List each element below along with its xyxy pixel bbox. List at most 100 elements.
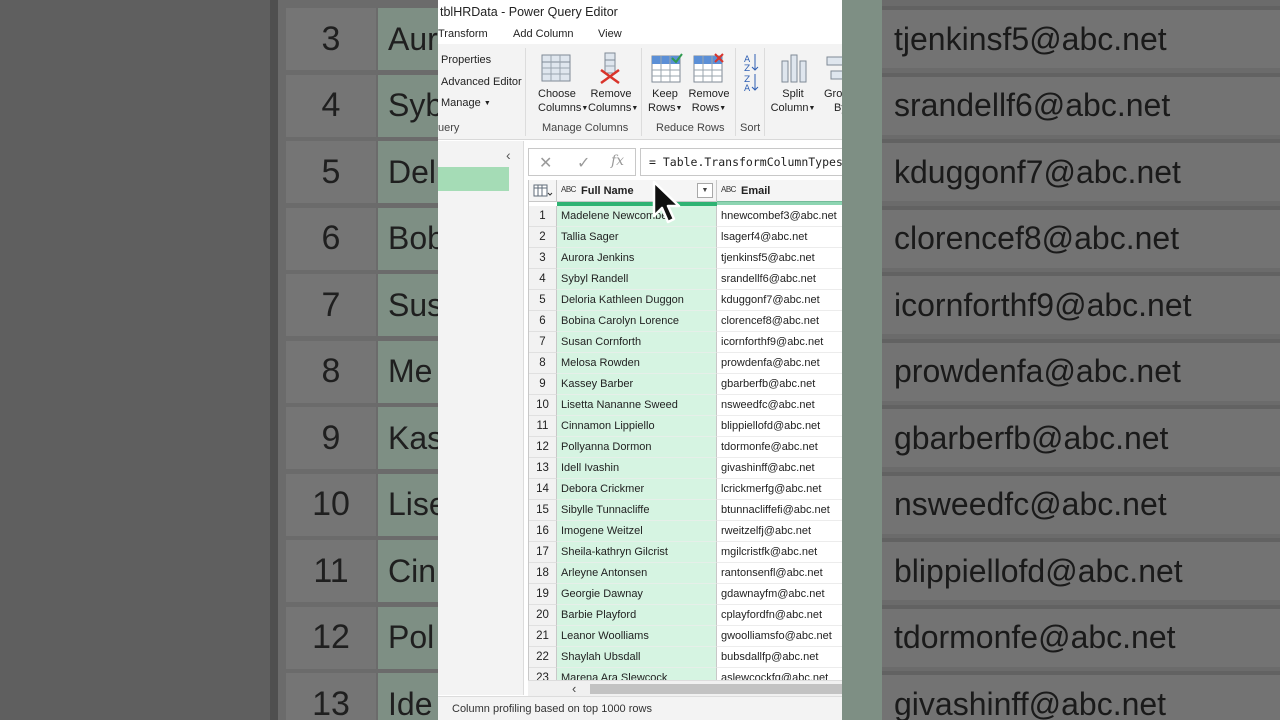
- cell-email[interactable]: nsweedfc@abc.net: [717, 395, 842, 416]
- cancel-icon[interactable]: ✕: [539, 153, 552, 173]
- cell-email[interactable]: rantonsenfl@abc.net: [717, 563, 842, 584]
- scrollbar-thumb[interactable]: [590, 684, 842, 694]
- row-number[interactable]: 1: [529, 206, 557, 227]
- table-row[interactable]: 11 Cinnamon Lippiello blippiellofd@abc.net: [529, 416, 842, 437]
- cell-full-name[interactable]: Bobina Carolyn Lorence: [557, 311, 717, 332]
- cell-full-name[interactable]: Madelene Newcombe: [557, 206, 717, 227]
- cell-full-name[interactable]: Tallia Sager: [557, 227, 717, 248]
- split-column-button[interactable]: Split Column▼: [770, 88, 816, 114]
- fx-icon[interactable]: fx: [611, 153, 624, 169]
- cell-email[interactable]: givashinff@abc.net: [717, 458, 842, 479]
- row-number[interactable]: 21: [529, 626, 557, 647]
- chevron-left-icon[interactable]: ‹: [506, 147, 511, 163]
- row-number[interactable]: 16: [529, 521, 557, 542]
- choose-columns-button[interactable]: Choose Columns▼: [538, 88, 588, 114]
- confirm-icon[interactable]: ✓: [577, 153, 590, 173]
- cell-email[interactable]: lsagerf4@abc.net: [717, 227, 842, 248]
- row-number[interactable]: 3: [529, 248, 557, 269]
- selected-query-item[interactable]: [438, 167, 509, 191]
- cell-full-name[interactable]: Kassey Barber: [557, 374, 717, 395]
- table-row[interactable]: 7 Susan Cornforth icornforthf9@abc.net: [529, 332, 842, 353]
- cell-full-name[interactable]: Marena Ara Slewcock: [557, 668, 717, 680]
- row-number[interactable]: 20: [529, 605, 557, 626]
- table-row[interactable]: 15 Sibylle Tunnacliffe btunnacliffefi@abc.…: [529, 500, 842, 521]
- scroll-left-icon[interactable]: ‹: [572, 681, 576, 696]
- table-row[interactable]: 3 Aurora Jenkins tjenkinsf5@abc.net: [529, 248, 842, 269]
- row-number[interactable]: 2: [529, 227, 557, 248]
- table-row[interactable]: 23 Marena Ara Slewcock aslewcockfq@abc.net: [529, 668, 842, 680]
- table-menu-button[interactable]: [529, 180, 557, 202]
- cell-email[interactable]: icornforthf9@abc.net: [717, 332, 842, 353]
- cell-full-name[interactable]: Barbie Playford: [557, 605, 717, 626]
- cell-full-name[interactable]: Aurora Jenkins: [557, 248, 717, 269]
- table-row[interactable]: 1 Madelene Newcombe hnewcombef3@abc.net: [529, 206, 842, 227]
- table-row[interactable]: 18 Arleyne Antonsen rantonsenfl@abc.net: [529, 563, 842, 584]
- row-number[interactable]: 11: [529, 416, 557, 437]
- properties-button[interactable]: Properties: [441, 54, 491, 66]
- column-header-email[interactable]: ABC Email: [717, 180, 842, 202]
- table-row[interactable]: 14 Debora Crickmer lcrickmerfg@abc.net: [529, 479, 842, 500]
- table-row[interactable]: 6 Bobina Carolyn Lorence clorencef8@abc.ne…: [529, 311, 842, 332]
- table-row[interactable]: 8 Melosa Rowden prowdenfa@abc.net: [529, 353, 842, 374]
- table-row[interactable]: 4 Sybyl Randell srandellf6@abc.net: [529, 269, 842, 290]
- cell-email[interactable]: rweitzelfj@abc.net: [717, 521, 842, 542]
- keep-rows-button[interactable]: Keep Rows▼: [648, 88, 682, 114]
- row-number[interactable]: 5: [529, 290, 557, 311]
- cell-full-name[interactable]: Leanor Woolliams: [557, 626, 717, 647]
- remove-columns-button[interactable]: Remove Columns▼: [588, 88, 638, 114]
- filter-dropdown-icon[interactable]: ▼: [697, 183, 713, 198]
- remove-rows-button[interactable]: Remove Rows▼: [688, 88, 730, 114]
- cell-email[interactable]: aslewcockfq@abc.net: [717, 668, 842, 680]
- cell-full-name[interactable]: Sheila-kathryn Gilcrist: [557, 542, 717, 563]
- cell-email[interactable]: btunnacliffefi@abc.net: [717, 500, 842, 521]
- table-row[interactable]: 9 Kassey Barber gbarberfb@abc.net: [529, 374, 842, 395]
- table-row[interactable]: 12 Pollyanna Dormon tdormonfe@abc.net: [529, 437, 842, 458]
- tab-add-column[interactable]: Add Column: [513, 28, 574, 40]
- cell-full-name[interactable]: Susan Cornforth: [557, 332, 717, 353]
- text-type-icon[interactable]: ABC: [561, 185, 576, 194]
- cell-email[interactable]: gbarberfb@abc.net: [717, 374, 842, 395]
- row-number[interactable]: 19: [529, 584, 557, 605]
- cell-full-name[interactable]: Cinnamon Lippiello: [557, 416, 717, 437]
- row-number[interactable]: 17: [529, 542, 557, 563]
- cell-full-name[interactable]: Sibylle Tunnacliffe: [557, 500, 717, 521]
- cell-full-name[interactable]: Deloria Kathleen Duggon: [557, 290, 717, 311]
- cell-full-name[interactable]: Imogene Weitzel: [557, 521, 717, 542]
- cell-email[interactable]: kduggonf7@abc.net: [717, 290, 842, 311]
- table-row[interactable]: 16 Imogene Weitzel rweitzelfj@abc.net: [529, 521, 842, 542]
- row-number[interactable]: 8: [529, 353, 557, 374]
- formula-input[interactable]: = Table.TransformColumnTypes(: [640, 148, 842, 176]
- table-row[interactable]: 10 Lisetta Nananne Sweed nsweedfc@abc.net: [529, 395, 842, 416]
- cell-email[interactable]: blippiellofd@abc.net: [717, 416, 842, 437]
- advanced-editor-button[interactable]: Advanced Editor: [441, 76, 522, 88]
- row-number[interactable]: 6: [529, 311, 557, 332]
- row-number[interactable]: 18: [529, 563, 557, 584]
- table-row[interactable]: 5 Deloria Kathleen Duggon kduggonf7@abc.ne…: [529, 290, 842, 311]
- row-number[interactable]: 7: [529, 332, 557, 353]
- cell-email[interactable]: srandellf6@abc.net: [717, 269, 842, 290]
- row-number[interactable]: 4: [529, 269, 557, 290]
- table-row[interactable]: 13 Idell Ivashin givashinff@abc.net: [529, 458, 842, 479]
- cell-full-name[interactable]: Lisetta Nananne Sweed: [557, 395, 717, 416]
- table-row[interactable]: 19 Georgie Dawnay gdawnayfm@abc.net: [529, 584, 842, 605]
- cell-email[interactable]: tjenkinsf5@abc.net: [717, 248, 842, 269]
- manage-button[interactable]: Manage ▼: [441, 97, 491, 109]
- tab-view[interactable]: View: [598, 28, 622, 40]
- cell-email[interactable]: lcrickmerfg@abc.net: [717, 479, 842, 500]
- cell-email[interactable]: gwoolliamsfo@abc.net: [717, 626, 842, 647]
- row-number[interactable]: 10: [529, 395, 557, 416]
- cell-email[interactable]: cplayfordfn@abc.net: [717, 605, 842, 626]
- table-row[interactable]: 17 Sheila-kathryn Gilcrist mgilcristfk@abc…: [529, 542, 842, 563]
- text-type-icon[interactable]: ABC: [721, 185, 736, 194]
- cell-full-name[interactable]: Georgie Dawnay: [557, 584, 717, 605]
- cell-email[interactable]: tdormonfe@abc.net: [717, 437, 842, 458]
- cell-email[interactable]: mgilcristfk@abc.net: [717, 542, 842, 563]
- cell-email[interactable]: prowdenfa@abc.net: [717, 353, 842, 374]
- row-number[interactable]: 15: [529, 500, 557, 521]
- table-row[interactable]: 2 Tallia Sager lsagerf4@abc.net: [529, 227, 842, 248]
- group-by-button[interactable]: Gro By: [824, 88, 842, 114]
- cell-full-name[interactable]: Shaylah Ubsdall: [557, 647, 717, 668]
- tab-transform[interactable]: Transform: [438, 28, 488, 40]
- row-number[interactable]: 13: [529, 458, 557, 479]
- row-number[interactable]: 22: [529, 647, 557, 668]
